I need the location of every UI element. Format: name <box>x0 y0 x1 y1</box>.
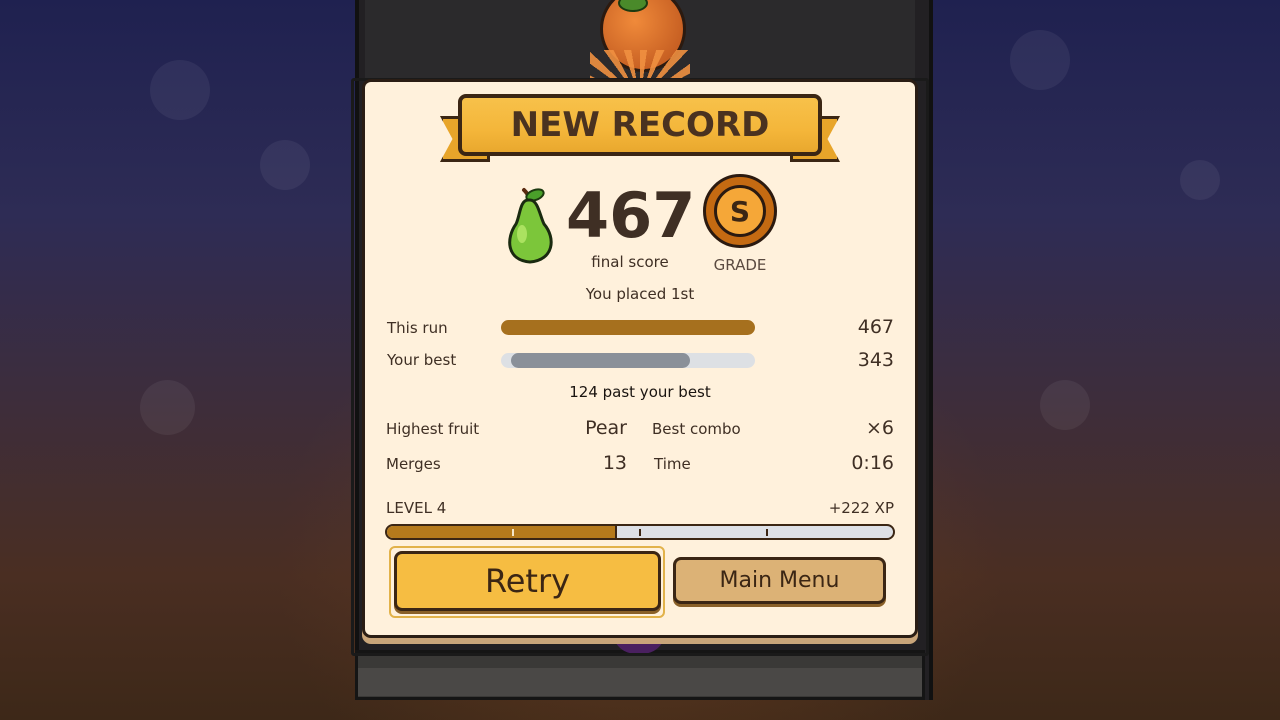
grade-letter: S <box>714 185 766 237</box>
best-combo-value: ×6 <box>865 417 894 439</box>
your-best-bar-fill <box>511 353 690 368</box>
final-score: 467 <box>566 179 696 252</box>
difference-text: 124 past your best <box>569 383 711 401</box>
this-run-bar-fill <box>501 320 755 335</box>
xp-tick <box>639 529 641 536</box>
pear-icon <box>508 188 553 264</box>
placement-text: You placed 1st <box>585 285 695 303</box>
merges-label: Merges <box>386 455 441 473</box>
xp-progress-fill <box>387 526 617 538</box>
time-value: 0:16 <box>851 452 894 474</box>
grade-badge: S <box>703 174 777 248</box>
highest-fruit-value: Pear <box>585 417 627 439</box>
xp-gain: +222 XP <box>828 499 894 517</box>
retry-button[interactable]: Retry <box>394 551 661 611</box>
your-best-bar <box>501 353 755 368</box>
merges-value: 13 <box>602 452 627 474</box>
bokeh-light <box>1180 160 1220 200</box>
bokeh-light <box>140 380 195 435</box>
bokeh-light <box>1010 30 1070 90</box>
bokeh-light <box>1040 380 1090 430</box>
banner-title: NEW RECORD <box>510 105 770 145</box>
this-run-value: 467 <box>857 316 894 338</box>
your-best-label: Your best <box>387 351 457 369</box>
highest-fruit-label: Highest fruit <box>386 420 480 438</box>
xp-tick <box>766 529 768 536</box>
this-run-bar <box>501 320 755 335</box>
xp-progress-bar <box>385 524 895 540</box>
new-record-banner: NEW RECORD <box>458 94 822 156</box>
bokeh-light <box>150 60 210 120</box>
this-run-label: This run <box>387 319 448 337</box>
your-best-value: 343 <box>857 349 894 371</box>
game-well-floor-inner <box>358 668 922 696</box>
time-label: Time <box>654 455 691 473</box>
xp-tick <box>512 529 514 536</box>
bokeh-light <box>260 140 310 190</box>
grade-label: GRADE <box>713 256 767 274</box>
main-menu-button[interactable]: Main Menu <box>673 557 886 604</box>
best-combo-label: Best combo <box>652 420 741 438</box>
final-score-label: final score <box>591 253 669 271</box>
level-label: LEVEL 4 <box>386 499 447 517</box>
